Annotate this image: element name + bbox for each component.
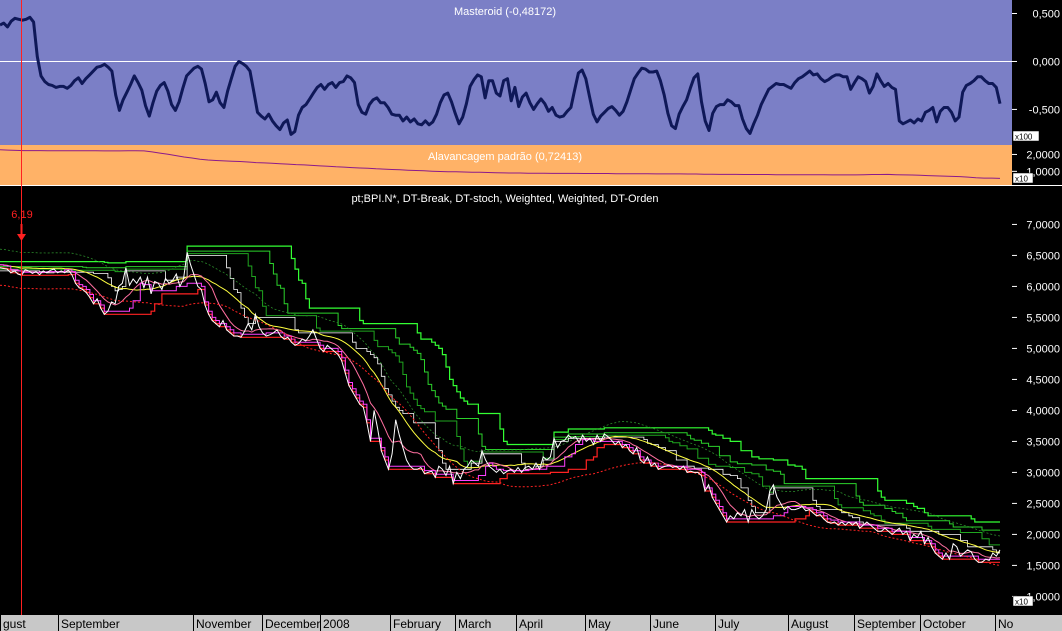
masteroid-y-tick-label: 0,500 [1032,9,1060,21]
price-y-tick-label: 5,5000 [1026,312,1060,324]
price-y-tick-label: 7,0000 [1026,219,1060,231]
x-tick-label: September [857,617,916,631]
masteroid-title: Masteroid (-0,48172) [454,6,556,18]
price-scale-box: x10 [1012,595,1034,607]
leverage-title: Alavancagem padrão (0,72413) [428,151,582,163]
price-title: pt;BPI.N*, DT-Break, DT-stoch, Weighted,… [351,193,658,205]
price-y-tick-label: 6,0000 [1026,281,1060,293]
price-y-tick-label: 5,0000 [1026,343,1060,355]
masteroid-y-tick-label: 0,000 [1032,56,1060,68]
x-tick-label: April [519,617,543,631]
x-tick-label: February [393,617,441,631]
marker-label: 6,19 [11,209,32,221]
leverage-scale-label: x10 [1015,175,1028,184]
x-tick-label: August [791,617,829,631]
price-y-tick-label: 3,0000 [1026,467,1060,479]
price-y-tick-label: 4,0000 [1026,405,1060,417]
x-tick-label: May [588,617,611,631]
price-y-tick-label: 2,0000 [1026,529,1060,541]
x-tick-label: No [998,617,1014,631]
masteroid-panel: Masteroid (-0,48172) 0,500 0,000 -0,500 x1… [0,0,1060,145]
leverage-y-tick-label: 2,0000 [1026,149,1060,161]
x-tick-label: gust [3,617,26,631]
leverage-scale-box: x10 [1012,172,1034,184]
x-tick-label: June [653,617,679,631]
x-tick-label: 2008 [323,617,350,631]
masteroid-scale-label: x100 [1015,133,1033,142]
price-panel: pt;BPI.N*, DT-Break, DT-stoch, Weighted,… [0,186,1060,615]
leverage-panel: Alavancagem padrão (0,72413) 2,00001,000… [0,145,1060,185]
masteroid-y-axis: 0,500 0,000 -0,500 [1012,9,1060,116]
price-y-tick-label: 3,5000 [1026,436,1060,448]
x-tick-label: March [458,617,491,631]
price-y-tick-label: 4,5000 [1026,374,1060,386]
price-scale-label: x10 [1015,598,1028,607]
price-y-axis: 7,0000 6,5000 6,0000 5,5000 5,0000 4,5000 4,00… [1012,219,1060,603]
x-tick-label: December [265,617,320,631]
masteroid-panel-background [0,0,1012,145]
price-y-tick-label: 2,5000 [1026,498,1060,510]
x-tick-label: November [196,617,251,631]
price-panel-background [0,186,1012,615]
price-y-tick-label: 6,5000 [1026,250,1060,262]
x-tick-label: July [718,617,739,631]
masteroid-scale-box: x100 [1012,130,1040,142]
price-y-tick-label: 1,5000 [1026,560,1060,572]
masteroid-y-tick-label: -0,500 [1029,104,1060,116]
x-tick-label: October [923,617,966,631]
x-tick-label: September [61,617,120,631]
chart-stage: Masteroid (-0,48172) 0,500 0,000 -0,500 x1… [0,0,1062,631]
